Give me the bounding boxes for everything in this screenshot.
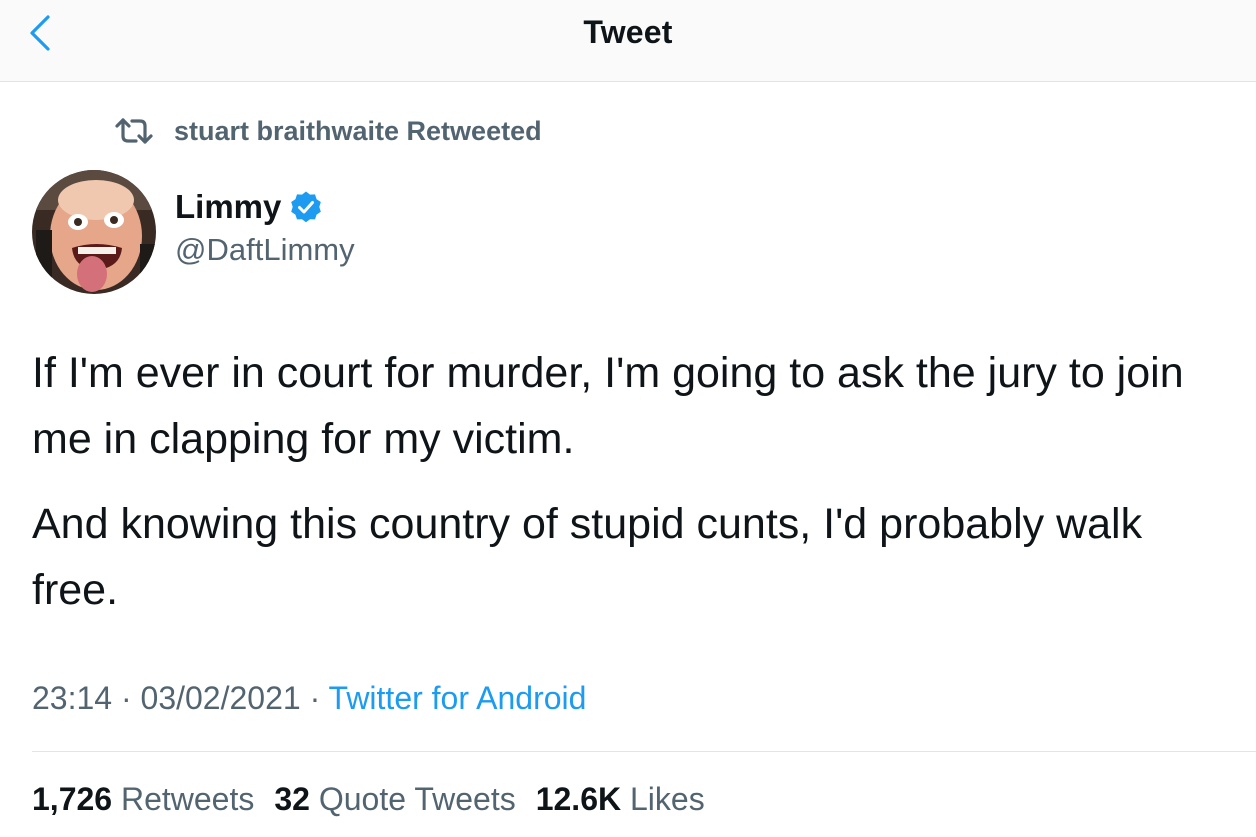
retweets-stat[interactable]: 1,726 Retweets xyxy=(32,781,254,818)
likes-stat[interactable]: 12.6K Likes xyxy=(536,781,705,818)
retweets-count: 1,726 xyxy=(32,781,113,817)
meta-separator: · xyxy=(120,680,132,716)
retweet-icon xyxy=(114,116,156,146)
verified-badge-icon xyxy=(291,191,322,223)
tweet-time: 23:14 xyxy=(32,680,113,716)
retweet-banner[interactable]: stuart braithwaite Retweeted xyxy=(114,113,542,149)
avatar-photo xyxy=(32,170,156,294)
tweet-meta: 23:14 · 03/02/2021 · Twitter for Android xyxy=(32,680,586,717)
meta-separator: · xyxy=(309,680,321,716)
tweet-paragraph: If I'm ever in court for murder, I'm goi… xyxy=(32,349,1184,463)
engagement-stats: 1,726 Retweets 32 Quote Tweets 12.6K Lik… xyxy=(32,781,725,818)
divider xyxy=(32,751,1256,752)
top-bar: Tweet xyxy=(0,0,1256,82)
tweet-date: 03/02/2021 xyxy=(140,680,301,716)
author-name-row[interactable]: Limmy xyxy=(175,188,323,226)
tweet-paragraph: And knowing this country of stupid cunts… xyxy=(32,500,1143,614)
quote-tweets-stat[interactable]: 32 Quote Tweets xyxy=(274,781,515,818)
likes-label: Likes xyxy=(629,781,705,817)
quote-tweets-count: 32 xyxy=(274,781,310,817)
author-name: Limmy xyxy=(175,188,282,225)
avatar[interactable] xyxy=(32,170,156,294)
quote-tweets-label: Quote Tweets xyxy=(318,781,516,817)
retweets-label: Retweets xyxy=(120,781,255,817)
tweet-body: If I'm ever in court for murder, I'm goi… xyxy=(32,340,1237,642)
page-title: Tweet xyxy=(583,14,673,50)
tweet-source-link[interactable]: Twitter for Android xyxy=(329,680,587,716)
author-handle[interactable]: @DaftLimmy xyxy=(175,232,355,268)
likes-count: 12.6K xyxy=(535,781,622,817)
retweet-banner-text: stuart braithwaite Retweeted xyxy=(174,115,542,146)
